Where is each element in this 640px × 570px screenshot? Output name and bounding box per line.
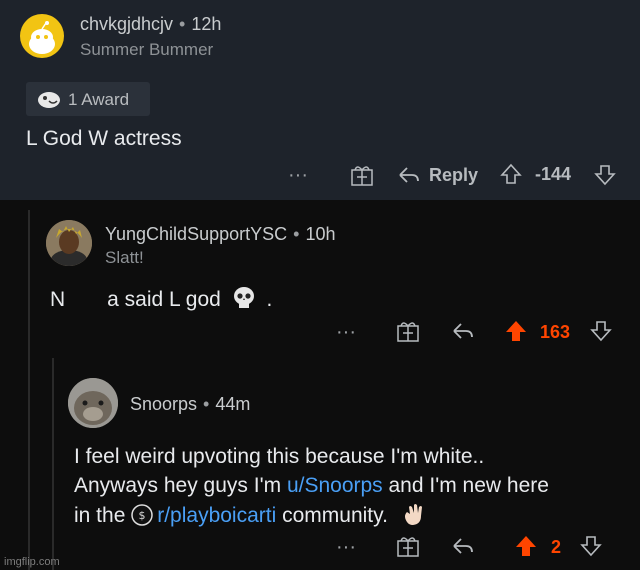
award-icon (38, 92, 60, 108)
thread-line[interactable] (28, 210, 30, 570)
award-badge[interactable]: 1 Award (26, 82, 150, 116)
user-flair: Summer Bummer (80, 40, 214, 59)
comment-author[interactable]: YungChildSupportYSC • 10h (105, 224, 335, 245)
vote-score: 163 (540, 322, 571, 342)
gift-award-icon[interactable] (396, 319, 420, 343)
comment-1: chvkgjdhcjv • 12h Summer Bummer 1 Award L … (0, 0, 640, 200)
reply-icon[interactable] (452, 321, 474, 341)
user-avatar[interactable] (46, 220, 92, 266)
vote-score: -144 (535, 164, 572, 184)
skull-emoji-icon (231, 285, 257, 317)
censor-bar (65, 286, 108, 310)
comment-author[interactable]: chvkgjdhcjv • 12h (80, 14, 221, 35)
watermark: imgflip.com (4, 556, 60, 568)
upvote-arrow-icon[interactable] (500, 163, 522, 185)
comment-age: 12h (191, 14, 222, 34)
user-link[interactable]: u/Snoorps (287, 474, 383, 497)
upvote-arrow-icon[interactable] (514, 534, 538, 558)
subreddit-link[interactable]: r/playboicarti (157, 504, 276, 527)
gift-award-icon[interactable] (350, 163, 374, 187)
nested-thread-line[interactable] (52, 358, 54, 570)
comment-age: 44m (215, 394, 251, 414)
more-options-icon[interactable]: ··· (288, 164, 308, 187)
svg-text:$: $ (139, 509, 146, 522)
user-avatar-snoo-icon[interactable] (20, 14, 64, 58)
upvote-arrow-icon[interactable] (504, 319, 528, 343)
user-flair: Slatt! (105, 248, 144, 267)
gift-award-icon[interactable] (396, 534, 420, 558)
comment-body: I feel weird upvoting this because I'm w… (74, 442, 549, 536)
comment-body: Na said L god . (50, 285, 272, 317)
comment-body: L God W actress (26, 127, 182, 150)
reply-icon (399, 167, 419, 183)
subreddit-icon: $ (131, 504, 153, 534)
user-avatar[interactable] (68, 378, 118, 428)
more-options-icon[interactable]: ··· (336, 536, 356, 559)
comment-author[interactable]: Snoorps • 44m (130, 394, 250, 415)
waving-hand-emoji-icon (400, 500, 428, 536)
downvote-arrow-icon[interactable] (590, 320, 612, 342)
downvote-arrow-icon[interactable] (594, 164, 616, 186)
more-options-icon[interactable]: ··· (336, 321, 356, 344)
reply-icon[interactable] (452, 536, 474, 556)
comment-age: 10h (305, 224, 336, 244)
downvote-arrow-icon[interactable] (580, 535, 602, 557)
vote-score: 2 (551, 537, 562, 557)
